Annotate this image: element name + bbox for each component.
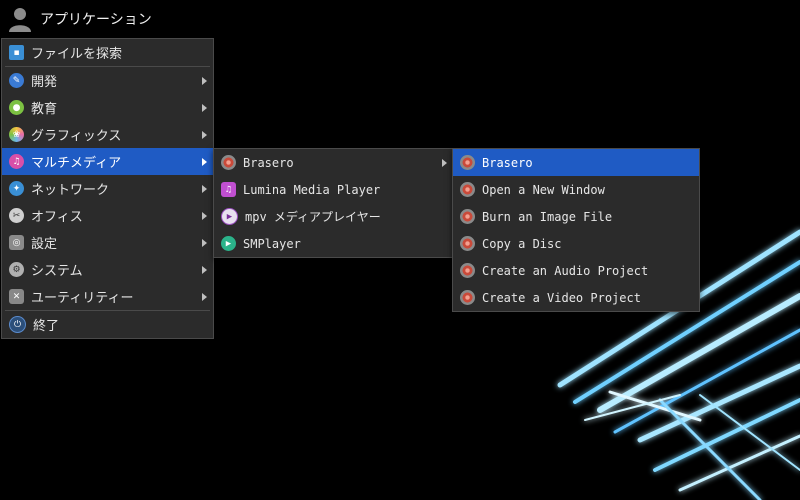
menu-item-quit[interactable]: ⏻ 終了 (2, 311, 213, 338)
menu-item-development[interactable]: ✎ 開発 (2, 67, 213, 94)
paperclip-icon: ✂ (9, 208, 24, 223)
menu-item-label: Lumina Media Player (243, 182, 381, 197)
menu-item-multimedia[interactable]: ♫ マルチメディア (2, 148, 213, 175)
menu-item-label: Open a New Window (482, 182, 605, 197)
menu-item-create-audio-project[interactable]: Create an Audio Project (453, 257, 699, 284)
wrench-icon: ✎ (9, 73, 24, 88)
submenu-arrow-icon (202, 212, 207, 220)
menu-item-copy-disc[interactable]: Copy a Disc (453, 230, 699, 257)
menu-item-utilities[interactable]: ✕ ユーティリティー (2, 283, 213, 310)
gear-icon: ⚙ (9, 262, 24, 277)
menu-item-label: Create a Video Project (482, 290, 641, 305)
brasero-icon (460, 209, 475, 224)
menu-item-label: Burn an Image File (482, 209, 613, 224)
menu-item-label: Brasero (482, 155, 533, 170)
menu-item-brasero-launch[interactable]: Brasero (453, 149, 699, 176)
power-icon: ⏻ (9, 316, 26, 333)
menu-item-smplayer[interactable]: ▶ SMPlayer (214, 230, 453, 257)
brasero-icon (460, 263, 475, 278)
brasero-icon (221, 155, 236, 170)
brasero-submenu: Brasero Open a New Window Burn an Image … (452, 148, 700, 312)
menu-item-label: 開発 (31, 75, 58, 90)
menu-item-label: ファイルを探索 (31, 47, 123, 62)
submenu-arrow-icon (202, 131, 207, 139)
applications-panel-button[interactable]: アプリケーション (0, 0, 152, 38)
submenu-arrow-icon (202, 77, 207, 85)
menu-item-network[interactable]: ✦ ネットワーク (2, 175, 213, 202)
network-icon: ✦ (9, 181, 24, 196)
brasero-icon (460, 236, 475, 251)
user-icon (9, 8, 31, 32)
menu-item-label: 教育 (31, 102, 58, 117)
submenu-arrow-icon (202, 158, 207, 166)
menu-item-education[interactable]: ● 教育 (2, 94, 213, 121)
multimedia-submenu: Brasero ♫ Lumina Media Player ▶ mpv メディア… (213, 148, 454, 258)
submenu-arrow-icon (442, 159, 447, 167)
menu-item-mpv[interactable]: ▶ mpv メディアプレイヤー (214, 203, 453, 230)
menu-item-brasero[interactable]: Brasero (214, 149, 453, 176)
menu-item-label: ネットワーク (31, 183, 110, 198)
menu-item-label: Create an Audio Project (482, 263, 649, 278)
menu-item-burn-image-file[interactable]: Burn an Image File (453, 203, 699, 230)
menu-item-label: SMPlayer (243, 236, 301, 251)
submenu-arrow-icon (202, 293, 207, 301)
menu-item-system[interactable]: ⚙ システム (2, 256, 213, 283)
music-icon: ♫ (9, 154, 24, 169)
menu-item-label: オフィス (31, 210, 83, 225)
menu-item-label: システム (31, 264, 83, 279)
settings-icon: ◎ (9, 235, 24, 250)
submenu-arrow-icon (202, 185, 207, 193)
submenu-arrow-icon (202, 266, 207, 274)
menu-item-open-new-window[interactable]: Open a New Window (453, 176, 699, 203)
menu-item-graphics[interactable]: ❀ グラフィックス (2, 121, 213, 148)
menu-item-office[interactable]: ✂ オフィス (2, 202, 213, 229)
graphics-icon: ❀ (9, 127, 24, 142)
smplayer-icon: ▶ (221, 236, 236, 251)
folder-icon: ▪ (9, 45, 24, 60)
menu-item-label: 終了 (33, 319, 60, 334)
menu-item-label: ユーティリティー (31, 291, 134, 306)
tools-icon: ✕ (9, 289, 24, 304)
menu-item-label: Brasero (243, 155, 294, 170)
mpv-icon: ▶ (221, 208, 238, 225)
education-icon: ● (9, 100, 24, 115)
brasero-icon (460, 182, 475, 197)
menu-item-create-video-project[interactable]: Create a Video Project (453, 284, 699, 311)
brasero-icon (460, 155, 475, 170)
menu-item-label: 設定 (31, 237, 58, 252)
panel-title: アプリケーション (40, 12, 152, 28)
menu-item-label: マルチメディア (31, 156, 122, 171)
brasero-icon (460, 290, 475, 305)
music-note-icon: ♫ (221, 182, 236, 197)
applications-menu: ▪ ファイルを探索 ✎ 開発 ● 教育 ❀ グラフィックス ♫ マルチメディア … (1, 38, 214, 339)
menu-item-settings[interactable]: ◎ 設定 (2, 229, 213, 256)
menu-item-label: グラフィックス (31, 129, 122, 144)
menu-item-label: mpv メディアプレイヤー (245, 210, 381, 224)
menu-item-search-files[interactable]: ▪ ファイルを探索 (2, 39, 213, 66)
menu-item-label: Copy a Disc (482, 236, 562, 251)
submenu-arrow-icon (202, 104, 207, 112)
menu-item-lumina-media-player[interactable]: ♫ Lumina Media Player (214, 176, 453, 203)
submenu-arrow-icon (202, 239, 207, 247)
